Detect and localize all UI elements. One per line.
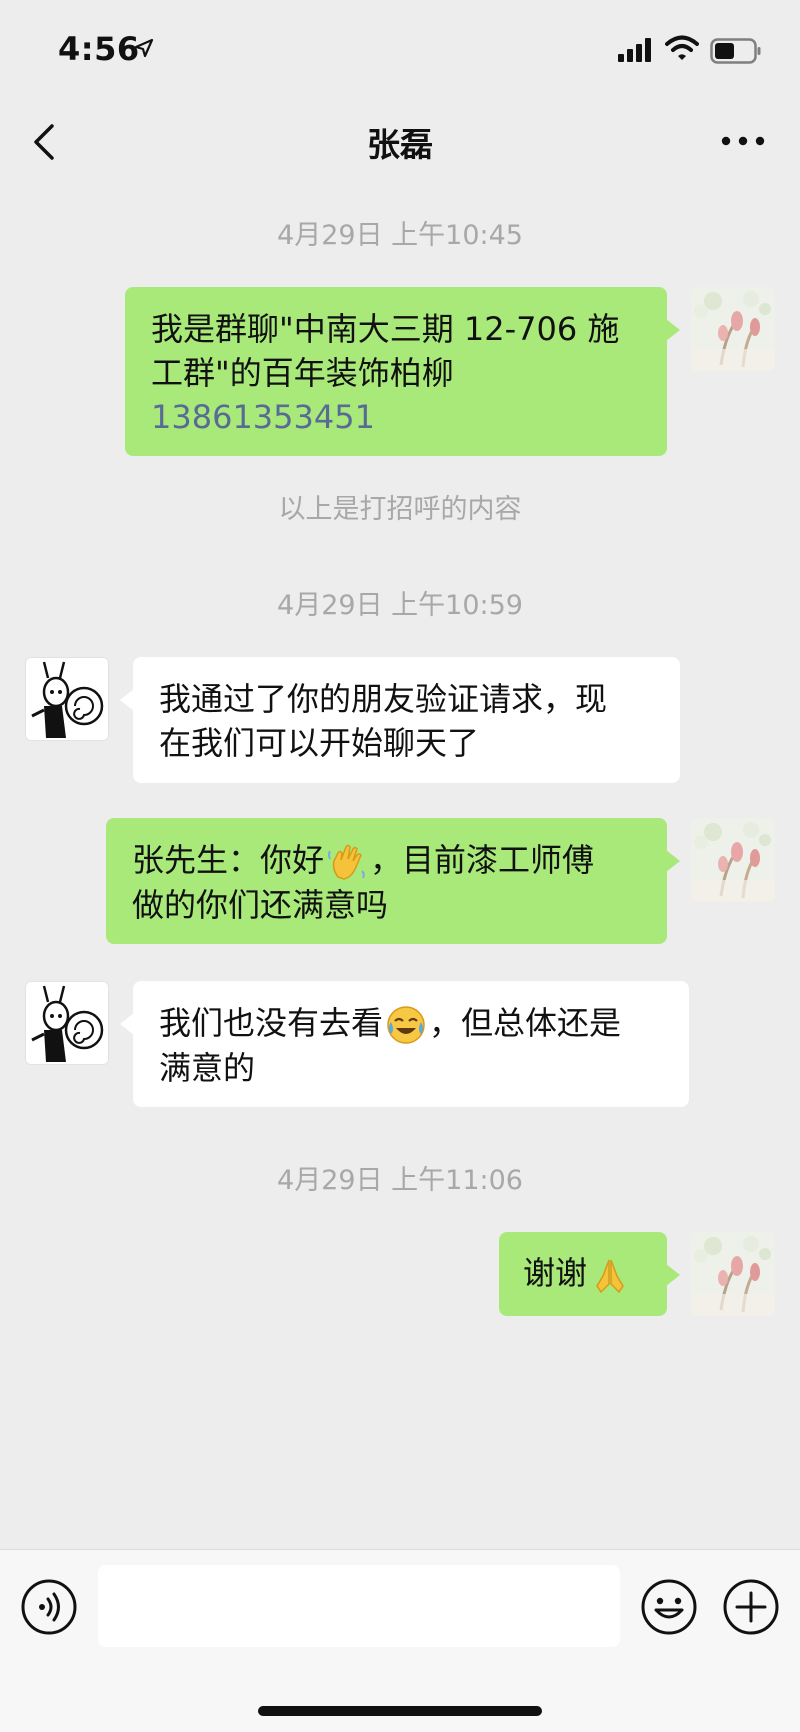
more-dots-icon[interactable]	[716, 130, 770, 152]
input-bar	[0, 1549, 800, 1732]
message-text: ，目前漆工师傅	[370, 841, 595, 879]
message-text: 做的你们还满意吗	[132, 886, 389, 924]
contact-avatar[interactable]	[25, 981, 109, 1065]
flower-avatar-image	[691, 287, 775, 371]
phone-number-link[interactable]: 13861353451	[151, 395, 641, 439]
message-text: ，但总体还是	[429, 1004, 622, 1042]
chat-header: 张磊	[0, 100, 800, 182]
voice-icon[interactable]	[20, 1578, 78, 1636]
my-avatar[interactable]	[691, 818, 775, 902]
message-bubble-sent[interactable]: 我是群聊"中南大三期 12-706 施 工群"的百年装饰柏柳 138613534…	[125, 287, 680, 456]
chat-timestamp: 4月29日 上午10:59	[277, 590, 523, 621]
message-text: 我是群聊"中南大三期 12-706 施	[151, 310, 620, 348]
message-text: 我通过了你的朋友验证请求，现	[159, 680, 608, 718]
contact-avatar[interactable]	[25, 657, 109, 741]
waving-hand-icon	[328, 844, 365, 880]
system-note: 以上是打招呼的内容	[278, 494, 522, 525]
message-text: 我们也没有去看	[159, 1004, 384, 1042]
message-line: 张先生：你好 ，目前漆工师傅	[132, 838, 641, 883]
chat-timestamp: 4月29日 上午10:45	[277, 220, 523, 251]
message-input[interactable]	[98, 1565, 620, 1647]
message-text: 满意的	[159, 1049, 256, 1087]
snail-avatar-image	[26, 982, 108, 1064]
home-indicator	[258, 1706, 542, 1716]
my-avatar[interactable]	[691, 1232, 775, 1316]
my-avatar[interactable]	[691, 287, 775, 371]
flower-avatar-image	[691, 818, 775, 902]
location-arrow-icon	[134, 38, 154, 58]
plus-icon[interactable]	[722, 1578, 780, 1636]
snail-avatar-image	[26, 658, 108, 740]
message-line: 我们也没有去看 ，但总体还是	[159, 1001, 663, 1046]
message-bubble-sent[interactable]: 谢谢	[499, 1232, 680, 1316]
message-bubble-sent[interactable]: 张先生：你好 ，目前漆工师傅 做的你们还满意吗	[106, 818, 680, 944]
wifi-icon	[665, 35, 699, 60]
message-text: 谢谢	[523, 1254, 588, 1292]
chat-timestamp: 4月29日 上午11:06	[277, 1165, 523, 1196]
folded-hands-icon	[596, 1259, 624, 1294]
status-bar: 4:56	[0, 0, 800, 100]
status-time: 4:56	[58, 30, 140, 68]
message-bubble-received[interactable]: 我通过了你的朋友验证请求，现 在我们可以开始聊天了	[120, 657, 680, 783]
signal-icon	[618, 38, 651, 62]
battery-icon	[710, 38, 761, 64]
message-bubble-received[interactable]: 我们也没有去看 ，但总体还是 满意的	[120, 981, 689, 1107]
chat-title: 张磊	[367, 125, 433, 164]
laughing-crying-face-icon	[387, 1006, 425, 1044]
message-text: 在我们可以开始聊天了	[159, 724, 480, 762]
message-text: 工群"的百年装饰柏柳	[151, 354, 454, 392]
message-text: 张先生：你好	[132, 841, 325, 879]
emoji-icon[interactable]	[640, 1578, 698, 1636]
flower-avatar-image	[691, 1232, 775, 1316]
